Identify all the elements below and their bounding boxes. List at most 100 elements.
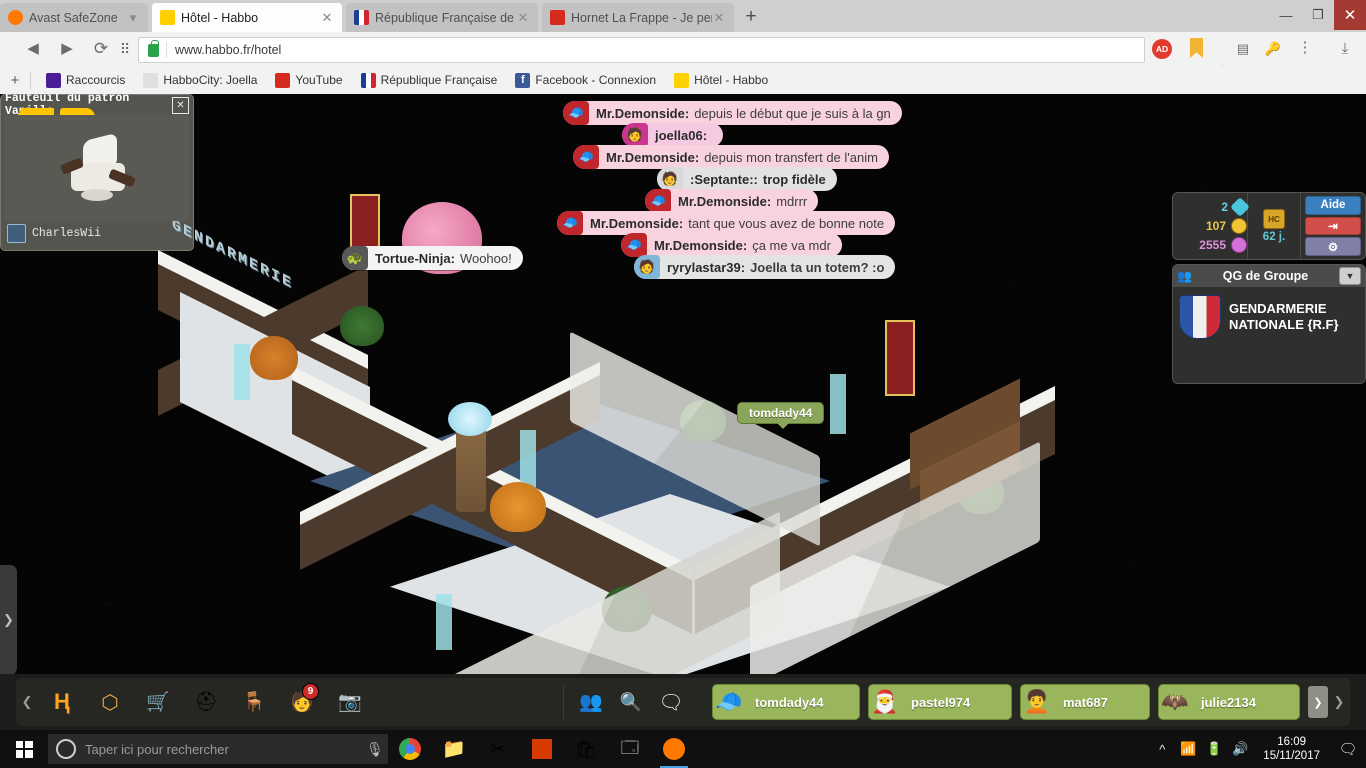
avast-taskbar-icon[interactable]: [652, 730, 696, 768]
bookmark-republique[interactable]: République Française: [352, 69, 507, 91]
friends-icon: 👥: [579, 692, 603, 713]
reload-icon[interactable]: ⟳: [90, 39, 112, 59]
forward-icon[interactable]: ▶: [56, 39, 78, 59]
habbo-game-stage[interactable]: GENDARMERIE ❯ 🧢 Mr.Demonside: depuis le …: [0, 94, 1366, 674]
chat-bubble-room[interactable]: 🐢 Tortue-Ninja: Woohoo!: [342, 246, 523, 270]
friends-next-button[interactable]: ❯: [1308, 686, 1328, 718]
chevron-right-icon: ❯: [3, 612, 14, 627]
avatar-button[interactable]: 🧑 9: [278, 680, 326, 724]
close-icon[interactable]: ✕: [516, 10, 530, 26]
browser-tab-republique[interactable]: République Française de H ✕: [346, 3, 538, 32]
avatar: 🧢: [557, 211, 583, 235]
settings-button[interactable]: ⚙: [1305, 237, 1361, 257]
start-button[interactable]: [0, 730, 48, 768]
close-icon[interactable]: ✕: [320, 10, 334, 26]
group-panel-title: QG de Groupe: [1222, 269, 1309, 283]
add-bookmark-icon[interactable]: +: [0, 72, 30, 89]
snipping-tool-taskbar-icon[interactable]: ✂: [476, 730, 520, 768]
show-hidden-icons-icon[interactable]: ^: [1149, 742, 1175, 757]
battery-icon[interactable]: 🔋: [1201, 741, 1227, 757]
bookmark-label: Hôtel - Habbo: [694, 73, 769, 87]
card-icon[interactable]: ▤: [1232, 39, 1254, 59]
group-badge: [1179, 295, 1221, 339]
avatar: 🧢: [645, 189, 671, 213]
catalog-button[interactable]: 🛒: [134, 680, 182, 724]
chrome-taskbar-icon[interactable]: [388, 730, 432, 768]
action-center-icon[interactable]: 🗨: [1330, 740, 1366, 758]
duckets-amount: 2555: [1199, 237, 1226, 252]
chat-bubble[interactable]: 🧢 Mr.Demonside: depuis le début que je s…: [563, 101, 902, 125]
file-explorer-taskbar-icon[interactable]: 📁: [432, 730, 476, 768]
app-taskbar-icon[interactable]: 🗔: [608, 730, 652, 768]
camera-icon: 📷: [338, 692, 362, 713]
friend-chip-mat687[interactable]: 🧑‍🦱 mat687: [1020, 684, 1150, 720]
taskbar-clock[interactable]: 16:09 15/11/2017: [1253, 735, 1330, 763]
diamonds-amount: 2: [1221, 199, 1228, 214]
apps-grid-icon[interactable]: ⠿: [114, 39, 136, 59]
key-icon[interactable]: 🔑: [1262, 39, 1284, 59]
close-icon[interactable]: ✕: [712, 10, 726, 26]
friend-chip-julie2134[interactable]: 🦇 julie2134: [1158, 684, 1300, 720]
menu-dots-icon[interactable]: ⋮: [1294, 39, 1316, 59]
search-friends-button[interactable]: 🔍: [612, 680, 650, 724]
group-panel-body: GENDARMERIE NATIONALE {R.F}: [1173, 287, 1365, 347]
close-window-button[interactable]: ✕: [1334, 0, 1366, 30]
bookmark-icon[interactable]: [1190, 38, 1203, 58]
toolbar-collapse-icon[interactable]: ❮: [16, 694, 38, 710]
taskbar-search[interactable]: Taper ici pour rechercher 🎙: [48, 734, 388, 764]
toolbar-expand-icon[interactable]: ❯: [1328, 694, 1350, 710]
microsoft-store-taskbar-icon[interactable]: 🛍: [564, 730, 608, 768]
address-bar[interactable]: www.habbo.fr/hotel: [138, 37, 1145, 63]
friends-button[interactable]: 👥: [570, 680, 612, 724]
habbo-icon: [160, 10, 175, 25]
friend-chip-pastel974[interactable]: 🎅 pastel974: [868, 684, 1012, 720]
logout-button[interactable]: ⇥: [1305, 216, 1361, 236]
bookmark-youtube[interactable]: YouTube: [266, 69, 351, 91]
chat-bubble[interactable]: 🧢 Mr.Demonside: depuis mon transfert de …: [573, 145, 889, 169]
bookmark-habbocity[interactable]: HabboCity: Joella: [134, 69, 266, 91]
messages-button[interactable]: 🗨: [650, 680, 692, 724]
new-tab-button[interactable]: +: [740, 7, 762, 28]
hc-box[interactable]: HC 62 j.: [1247, 193, 1301, 259]
bookmark-facebook[interactable]: f Facebook - Connexion: [506, 69, 665, 91]
maximize-button[interactable]: ❐: [1302, 0, 1334, 30]
browser-tab-avast[interactable]: Avast SafeZone ▾: [0, 3, 148, 32]
chat-message: mdrrr: [776, 193, 808, 209]
adblock-icon[interactable]: AD: [1152, 39, 1172, 59]
chat-bubble[interactable]: 🧑 joella06:: [622, 123, 724, 147]
microphone-icon[interactable]: 🎙: [366, 741, 384, 758]
diamonds-row: 2: [1179, 196, 1250, 217]
inventory-button[interactable]: ⬡: [86, 680, 134, 724]
browser-tab-hornet[interactable]: Hornet La Frappe - Je pens ✕: [542, 3, 734, 32]
help-button[interactable]: Aide: [1305, 196, 1361, 215]
friend-chip-tomdady44[interactable]: 🧢 tomdady44: [712, 684, 860, 720]
avatar: 🧑: [634, 255, 660, 279]
bookmark-raccourcis[interactable]: Raccourcis: [37, 69, 134, 91]
room-builder-button[interactable]: 🪑: [230, 680, 278, 724]
left-panel-toggle[interactable]: ❯: [0, 565, 17, 674]
divider: [30, 71, 31, 89]
avatar-nametag[interactable]: tomdady44: [737, 402, 825, 429]
avatar: 🎅: [871, 689, 899, 714]
camera-button[interactable]: 📷: [326, 680, 374, 724]
download-icon[interactable]: ⤓: [1334, 39, 1356, 59]
habbo-logo-button[interactable]: Ⱨ: [38, 680, 86, 724]
isometric-room[interactable]: GENDARMERIE: [150, 194, 1070, 674]
chevron-down-icon[interactable]: ▾: [126, 10, 140, 26]
browser-tab-habbo[interactable]: Hôtel - Habbo ✕: [152, 3, 342, 32]
volume-icon[interactable]: 🔊: [1227, 741, 1253, 757]
chevron-down-icon[interactable]: ▼: [1339, 267, 1361, 285]
back-icon[interactable]: ◀: [22, 39, 44, 59]
chat-bubble[interactable]: 🧢 Mr.Demonside: mdrrr: [645, 189, 819, 213]
hexagon-icon: ⬡: [101, 691, 119, 714]
quests-button[interactable]: ⛑: [182, 680, 230, 724]
chat-bubble[interactable]: 🧑 :Septante:: trop fidèle: [657, 167, 837, 191]
minimize-button[interactable]: —: [1270, 0, 1302, 30]
search-icon: 🔍: [619, 691, 643, 712]
office-taskbar-icon[interactable]: [520, 730, 564, 768]
chat-bubble[interactable]: 🧢 Mr.Demonside: ça me va mdr: [621, 233, 842, 257]
bookmark-habbo[interactable]: Hôtel - Habbo: [665, 69, 777, 91]
chat-bubble[interactable]: 🧑 ryrylastar39: Joella ta un totem? :o: [634, 255, 896, 279]
chat-bubble[interactable]: 🧢 Mr.Demonside: tant que vous avez de bo…: [557, 211, 896, 235]
wifi-icon[interactable]: 📶: [1175, 741, 1201, 757]
